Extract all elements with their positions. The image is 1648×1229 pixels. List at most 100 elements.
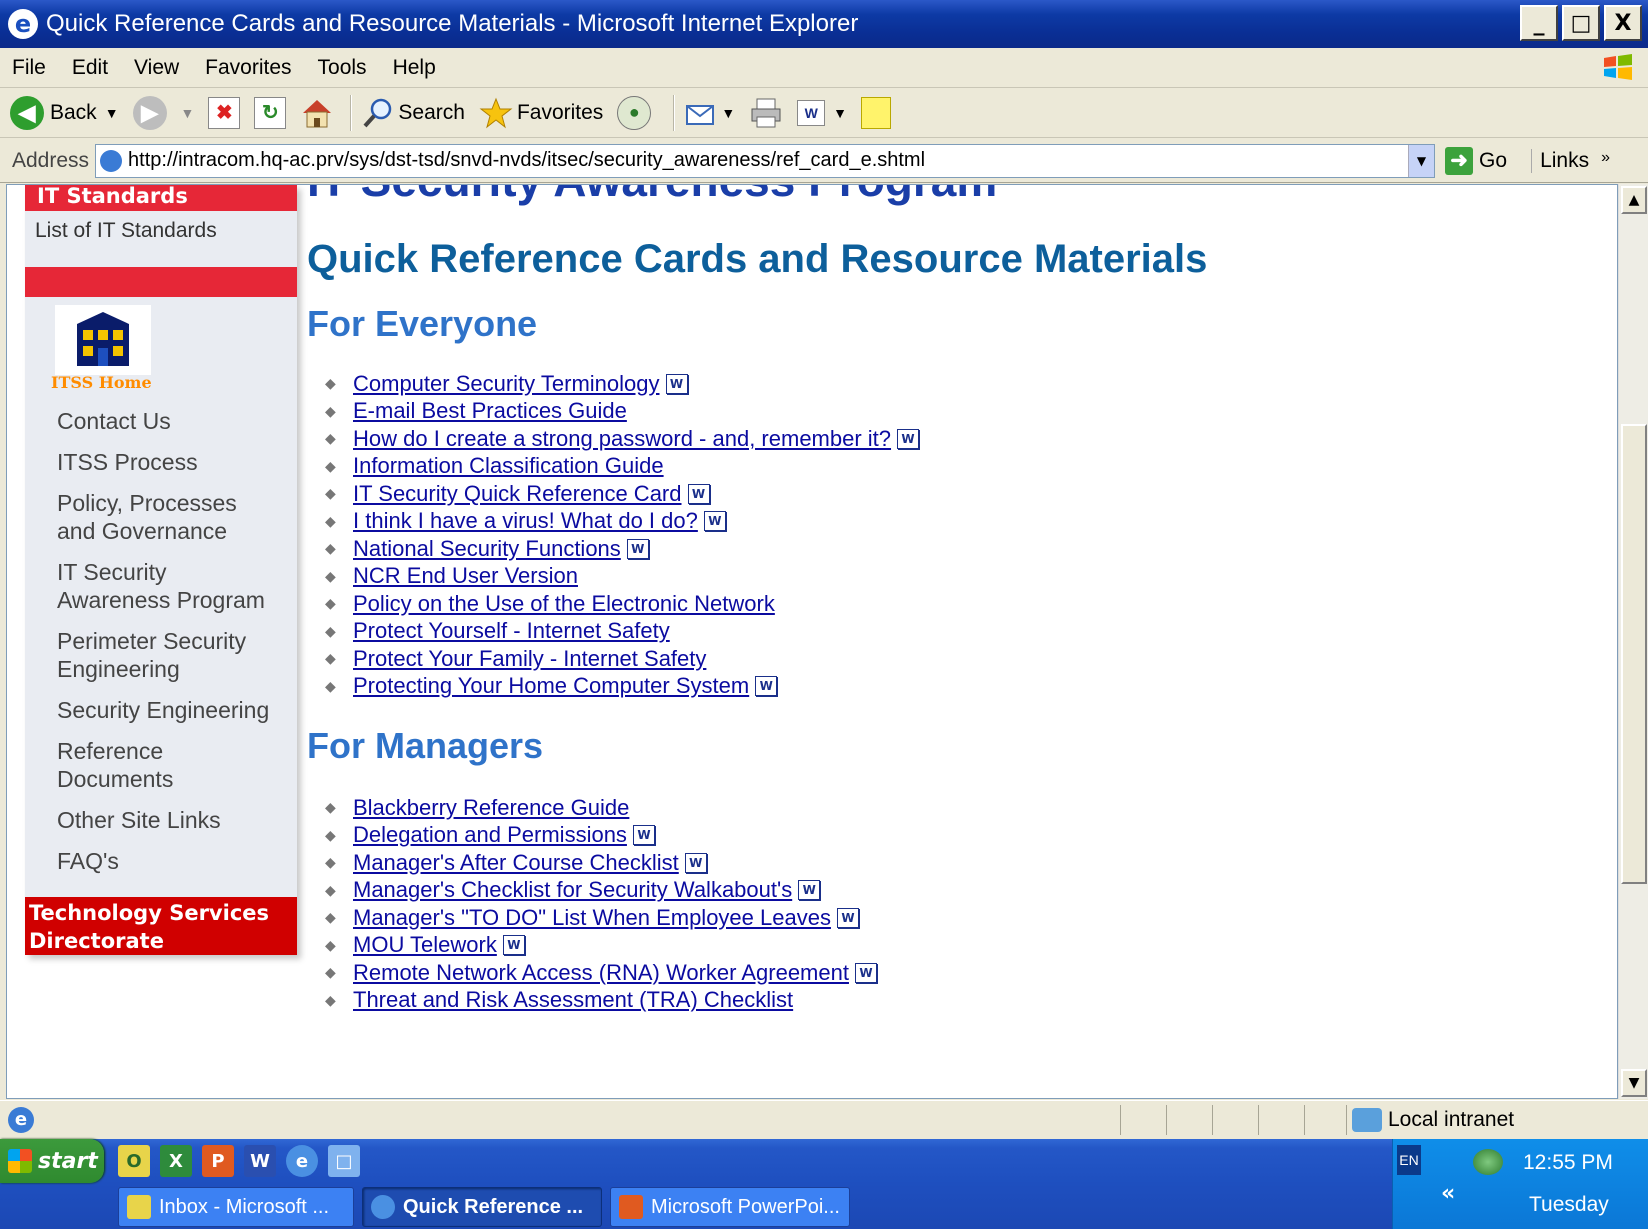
- stop-button[interactable]: ✖: [208, 96, 241, 129]
- powerpoint-quicklaunch-icon[interactable]: P: [202, 1145, 234, 1177]
- nav-faqs[interactable]: FAQ's: [25, 847, 297, 875]
- resource-link[interactable]: Blackberry Reference Guide: [353, 795, 629, 821]
- print-button[interactable]: [749, 97, 783, 129]
- show-hidden-icons-chevron[interactable]: «: [1441, 1181, 1455, 1206]
- menu-view[interactable]: View: [134, 56, 179, 80]
- word-document-icon[interactable]: W: [626, 538, 649, 559]
- word-document-icon[interactable]: W: [755, 676, 778, 697]
- word-quicklaunch-icon[interactable]: W: [244, 1145, 276, 1177]
- page-status-icon: e: [8, 1106, 34, 1133]
- nav-security-engineering[interactable]: Security Engineering: [25, 696, 297, 724]
- list-of-it-standards-link[interactable]: List of IT Standards: [25, 211, 297, 267]
- go-button[interactable]: ➜ Go: [1445, 146, 1507, 175]
- word-document-icon[interactable]: W: [703, 511, 726, 532]
- mail-dropdown-icon[interactable]: ▼: [721, 105, 735, 121]
- minimize-button[interactable]: _: [1520, 5, 1558, 41]
- resource-link[interactable]: Remote Network Access (RNA) Worker Agree…: [353, 960, 849, 986]
- maximize-button[interactable]: □: [1562, 5, 1600, 41]
- media-button[interactable]: ●: [617, 95, 657, 130]
- nav-perimeter-security[interactable]: Perimeter Security Engineering: [25, 627, 255, 683]
- resource-link[interactable]: Information Classification Guide: [353, 453, 664, 479]
- desktop-quicklaunch-icon[interactable]: □: [328, 1145, 360, 1177]
- status-pane: [1346, 1105, 1347, 1135]
- back-dropdown-icon[interactable]: ▼: [105, 105, 119, 121]
- task-powerpoint[interactable]: Microsoft PowerPoi...: [610, 1187, 850, 1227]
- resource-link[interactable]: Computer Security Terminology: [353, 371, 660, 397]
- back-button[interactable]: ◀ Back ▼: [10, 95, 119, 130]
- nav-policy-processes-governance[interactable]: Policy, Processes and Governance: [25, 489, 255, 545]
- resource-link[interactable]: Manager's After Course Checklist: [353, 850, 679, 876]
- clock-time[interactable]: 12:55 PM: [1523, 1151, 1613, 1175]
- word-document-icon[interactable]: W: [684, 852, 707, 873]
- itss-home-link[interactable]: ITSS Home: [25, 297, 297, 407]
- edit-with-word-button[interactable]: W ▼: [797, 99, 847, 126]
- resource-link[interactable]: Policy on the Use of the Electronic Netw…: [353, 591, 775, 617]
- address-input[interactable]: http://intracom.hq-ac.prv/sys/dst-tsd/sn…: [95, 143, 1436, 178]
- resource-link[interactable]: Manager's Checklist for Security Walkabo…: [353, 877, 792, 903]
- word-document-icon[interactable]: W: [836, 907, 859, 928]
- nav-reference-documents[interactable]: Reference Documents: [25, 737, 225, 793]
- close-button[interactable]: X: [1604, 5, 1642, 41]
- word-document-icon[interactable]: W: [502, 935, 525, 956]
- list-item: ◆ Protecting Your Home Computer System W: [325, 673, 919, 701]
- outlook-quicklaunch-icon[interactable]: O: [118, 1145, 150, 1177]
- task-powerpoint-label: Microsoft PowerPoi...: [651, 1195, 840, 1218]
- start-button[interactable]: start: [0, 1139, 104, 1183]
- nav-it-security-awareness[interactable]: IT Security Awareness Program: [25, 558, 275, 614]
- forward-button[interactable]: ▶ ▼: [132, 95, 195, 130]
- mail-button[interactable]: ▼: [685, 98, 735, 128]
- bullet-icon: ◆: [325, 677, 336, 694]
- resource-link[interactable]: Threat and Risk Assessment (TRA) Checkli…: [353, 987, 793, 1013]
- menu-help[interactable]: Help: [393, 56, 436, 80]
- ie-quicklaunch-icon[interactable]: e: [286, 1145, 318, 1177]
- vertical-scrollbar[interactable]: ▲ ▼: [1618, 184, 1648, 1099]
- list-item: ◆ Protect Your Family - Internet Safety: [325, 645, 919, 673]
- links-bar[interactable]: Links »: [1531, 148, 1610, 173]
- menu-favorites[interactable]: Favorites: [205, 56, 291, 80]
- refresh-button[interactable]: ↻: [254, 96, 287, 129]
- resource-link[interactable]: I think I have a virus! What do I do?: [353, 508, 698, 534]
- resource-link[interactable]: Manager's "TO DO" List When Employee Lea…: [353, 905, 831, 931]
- nav-contact-us[interactable]: Contact Us: [25, 407, 297, 435]
- home-button[interactable]: [300, 97, 334, 129]
- nav-itss-process[interactable]: ITSS Process: [25, 448, 297, 476]
- excel-quicklaunch-icon[interactable]: X: [160, 1145, 192, 1177]
- resource-link[interactable]: Protect Your Family - Internet Safety: [353, 646, 706, 672]
- word-document-icon[interactable]: W: [632, 825, 655, 846]
- discuss-button[interactable]: [861, 96, 892, 129]
- page-viewport[interactable]: IT Standards List of IT Standards ITSS H…: [6, 184, 1618, 1099]
- word-document-icon[interactable]: W: [897, 428, 920, 449]
- technology-services-directorate[interactable]: Technology Services Directorate: [25, 897, 297, 955]
- task-inbox[interactable]: Inbox - Microsoft ...: [118, 1187, 354, 1227]
- resource-link[interactable]: Protecting Your Home Computer System: [353, 673, 749, 699]
- resource-link[interactable]: IT Security Quick Reference Card: [353, 481, 682, 507]
- word-document-icon[interactable]: W: [687, 483, 710, 504]
- edit-dropdown-icon[interactable]: ▼: [833, 105, 847, 121]
- address-dropdown-icon[interactable]: ▼: [1408, 144, 1435, 177]
- scroll-down-icon[interactable]: ▼: [1621, 1069, 1647, 1097]
- word-document-icon[interactable]: W: [798, 880, 821, 901]
- bullet-icon: ◆: [325, 402, 336, 419]
- word-document-icon[interactable]: W: [854, 962, 877, 983]
- forward-dropdown-icon[interactable]: ▼: [181, 105, 195, 121]
- resource-link[interactable]: E-mail Best Practices Guide: [353, 398, 627, 424]
- scroll-up-icon[interactable]: ▲: [1621, 186, 1647, 214]
- resource-link[interactable]: MOU Telework: [353, 932, 497, 958]
- search-button[interactable]: Search: [362, 97, 465, 129]
- resource-link[interactable]: Delegation and Permissions: [353, 822, 627, 848]
- menu-edit[interactable]: Edit: [72, 56, 108, 80]
- links-chevron-icon[interactable]: »: [1601, 149, 1610, 166]
- menu-tools[interactable]: Tools: [318, 56, 367, 80]
- nav-other-site-links[interactable]: Other Site Links: [25, 806, 297, 834]
- word-document-icon[interactable]: W: [665, 373, 688, 394]
- scroll-thumb[interactable]: [1621, 424, 1647, 884]
- language-indicator[interactable]: EN: [1397, 1145, 1421, 1175]
- network-tray-icon[interactable]: [1473, 1149, 1503, 1175]
- menu-file[interactable]: File: [12, 56, 46, 80]
- resource-link[interactable]: How do I create a strong password - and,…: [353, 426, 891, 452]
- task-quick-reference[interactable]: Quick Reference ...: [362, 1187, 602, 1227]
- resource-link[interactable]: National Security Functions: [353, 536, 621, 562]
- resource-link[interactable]: NCR End User Version: [353, 563, 578, 589]
- resource-link[interactable]: Protect Yourself - Internet Safety: [353, 618, 670, 644]
- favorites-button[interactable]: Favorites: [479, 97, 603, 129]
